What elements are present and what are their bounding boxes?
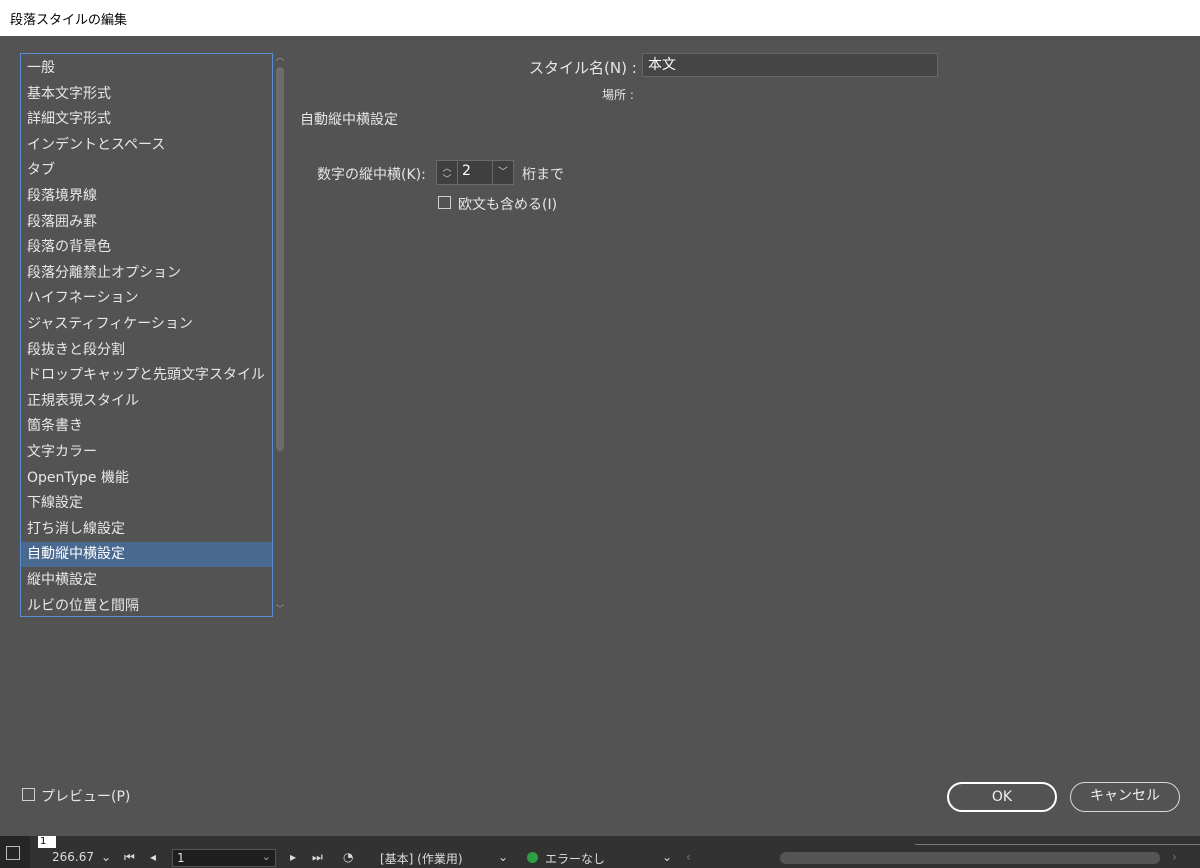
first-page-icon[interactable]: ⏮ (124, 850, 135, 865)
sidebar-item[interactable]: タブ (21, 158, 272, 183)
category-scrollbar[interactable]: ︿ ﹀ (274, 53, 286, 615)
preview-label[interactable]: プレビュー(P) (41, 786, 130, 806)
sidebar-item[interactable]: 段落分離禁止オプション (21, 261, 272, 286)
zoom-chevron-icon[interactable]: ⌄ (101, 850, 111, 864)
include-roman-label[interactable]: 欧文も含める(I) (458, 194, 557, 214)
sidebar-item[interactable]: ジャスティフィケーション (21, 312, 272, 337)
sidebar-item[interactable]: 正規表現スタイル (21, 389, 272, 414)
sidebar-item[interactable]: 基本文字形式 (21, 82, 272, 107)
category-list[interactable]: 一般 基本文字形式 詳細文字形式 インデントとスペース タブ 段落境界線 段落囲み罫 段落の背… (20, 53, 273, 617)
sidebar-item[interactable]: ハイフネーション (21, 286, 272, 311)
sidebar-item[interactable]: 自動縦中横設定 (21, 542, 272, 568)
style-name-input[interactable]: 本文 (642, 53, 938, 77)
next-page-icon[interactable]: ▸ (290, 850, 296, 864)
include-roman-checkbox[interactable] (438, 196, 451, 209)
page-field[interactable]: 1 ⌄ (172, 849, 276, 867)
sidebar-item[interactable]: 文字カラー (21, 440, 272, 465)
sidebar-item[interactable]: 下線設定 (21, 491, 272, 516)
digits-value[interactable]: 2 (462, 163, 471, 179)
sidebar-item[interactable]: 段抜きと段分割 (21, 338, 272, 363)
scroll-right-icon[interactable]: › (1172, 850, 1177, 864)
preflight-profile[interactable]: [基本] (作業用) (380, 850, 463, 867)
scroll-up-icon[interactable]: ︿ (274, 53, 286, 63)
style-name-label: スタイル名(N) : (529, 59, 637, 77)
sidebar-item[interactable]: ドロップキャップと先頭文字スタイル (21, 363, 272, 388)
ok-button[interactable]: OK (947, 782, 1057, 812)
sidebar-item[interactable]: 箇条書き (21, 414, 272, 439)
page-marker: 1 (38, 836, 56, 848)
scroll-left-icon[interactable]: ‹ (686, 850, 691, 864)
sidebar-item[interactable]: 段落の背景色 (21, 235, 272, 260)
digits-label: 数字の縦中横(K): (317, 167, 426, 183)
sidebar-item[interactable]: OpenType 機能 (21, 466, 272, 491)
last-page-icon[interactable]: ⏭ (312, 850, 323, 865)
section-title: 自動縦中横設定 (300, 112, 398, 128)
preflight-chevron-icon[interactable]: ⌄ (662, 850, 672, 864)
sidebar-item[interactable]: 打ち消し線設定 (21, 517, 272, 542)
status-bar: 1 266.67 ⌄ ⏮ ◂ 1 ⌄ ▸ ⏭ ◔ [基本] (作業用) ⌄ エラ… (0, 836, 1200, 868)
sidebar-item[interactable]: 段落境界線 (21, 184, 272, 209)
preflight-status[interactable]: エラーなし (545, 850, 605, 867)
sidebar-item[interactable]: ルビの位置と間隔 (21, 594, 272, 616)
profile-chevron-icon[interactable]: ⌄ (498, 850, 508, 864)
horizontal-scrollbar[interactable] (780, 852, 1160, 864)
sidebar-item[interactable]: インデントとスペース (21, 133, 272, 158)
location-label: 場所 : (602, 88, 634, 102)
page-chevron-icon[interactable]: ⌄ (262, 850, 271, 863)
preflight-profile-icon[interactable]: ◔ (343, 850, 353, 864)
digits-suffix: 桁まで (522, 167, 564, 183)
window-title: 段落スタイルの編集 (10, 13, 128, 28)
title-bar: 段落スタイルの編集 (0, 0, 1200, 37)
preview-checkbox[interactable] (22, 788, 35, 801)
sidebar-item[interactable]: 縦中横設定 (21, 568, 272, 593)
stepper-arrows[interactable]: ︿ ﹀ (437, 161, 458, 185)
page-icon[interactable] (6, 846, 20, 860)
zoom-level[interactable]: 266.67 (52, 850, 94, 864)
sidebar-item[interactable]: 詳細文字形式 (21, 107, 272, 132)
sidebar-item[interactable]: 段落囲み罫 (21, 210, 272, 235)
scroll-down-icon[interactable]: ﹀ (274, 605, 286, 615)
ruler-strip (915, 836, 1200, 845)
page-value[interactable]: 1 (177, 851, 185, 865)
digits-stepper[interactable]: ︿ ﹀ 2 ﹀ (436, 160, 514, 185)
decrement-icon[interactable]: ﹀ (437, 172, 457, 185)
preflight-status-icon (527, 852, 538, 863)
cancel-button[interactable]: キャンセル (1070, 782, 1180, 812)
status-left-block (0, 836, 30, 868)
scroll-thumb[interactable] (276, 67, 284, 451)
chevron-down-icon[interactable]: ﹀ (492, 161, 513, 184)
dialog-body: 一般 基本文字形式 詳細文字形式 インデントとスペース タブ 段落境界線 段落囲み罫 段落の背… (0, 36, 1200, 836)
prev-page-icon[interactable]: ◂ (150, 850, 156, 864)
sidebar-item[interactable]: 一般 (21, 56, 272, 81)
